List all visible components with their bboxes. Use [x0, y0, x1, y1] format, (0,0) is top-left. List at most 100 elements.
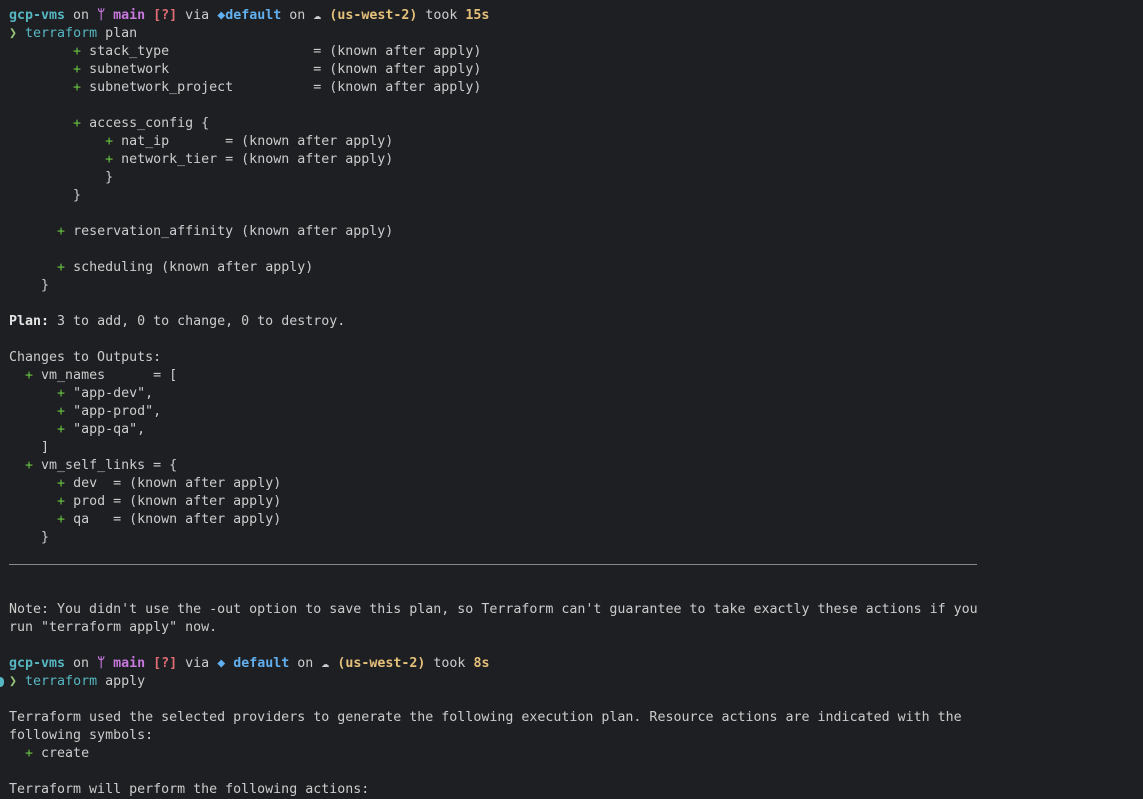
- plus-symbol: +: [57, 260, 66, 275]
- symbol-line: + create: [9, 745, 1143, 763]
- prompt-text: on: [281, 8, 314, 23]
- plus-symbol: +: [73, 116, 82, 131]
- prompt-text: via: [177, 656, 218, 671]
- prompt-line: gcp-vms on ᛘ main [?] via ◆default on ☁ …: [9, 7, 1143, 25]
- output-line: + vm_names = [: [9, 367, 1143, 385]
- plan-line: }: [9, 277, 1143, 295]
- outputs-header: Changes to Outputs:: [9, 350, 162, 365]
- output-line: + qa = (known after apply): [9, 511, 1143, 529]
- active-line-marker: [0, 677, 4, 687]
- prompt-dir: gcp-vms: [9, 8, 66, 23]
- prompt-text: on: [65, 8, 98, 23]
- plus-symbol: +: [57, 476, 66, 491]
- plus-symbol: +: [57, 404, 66, 419]
- command-duration: 15s: [465, 8, 490, 23]
- line-text: vm_names = [: [33, 368, 178, 383]
- prompt-text: [17, 674, 25, 689]
- line-text: access_config {: [81, 116, 210, 131]
- cut-off-line: Terraform will perform the following act…: [9, 782, 370, 797]
- plan-summary-text: 3 to add, 0 to change, 0 to destroy.: [49, 314, 346, 329]
- line-text: stack_type = (known after apply): [81, 44, 482, 59]
- line-text: nat_ip = (known after apply): [113, 134, 394, 149]
- plus-symbol: +: [25, 746, 34, 761]
- git-status: [?]: [153, 656, 178, 671]
- line-text: prod = (known after apply): [65, 494, 282, 509]
- prompt-text: on: [65, 656, 98, 671]
- prompt-text: [105, 656, 113, 671]
- plus-symbol: +: [73, 44, 82, 59]
- prompt-text: on: [289, 656, 322, 671]
- command-line: ❯ terraform apply: [0, 673, 1143, 691]
- line-text: subnetwork_project = (known after apply): [81, 80, 482, 95]
- plus-symbol: +: [105, 152, 114, 167]
- line-text: subnetwork = (known after apply): [81, 62, 482, 77]
- line-text: network_tier = (known after apply): [113, 152, 394, 167]
- outputs-list: + vm_names = [ + "app-dev", + "app-prod"…: [9, 367, 1143, 547]
- terraform-workspace: default: [225, 8, 282, 23]
- plan-line: }: [9, 169, 1143, 187]
- plan-line: + reservation_affinity (known after appl…: [9, 223, 1143, 241]
- output-line: + dev = (known after apply): [9, 475, 1143, 493]
- line-text: }: [9, 188, 82, 203]
- output-line: + "app-qa",: [9, 421, 1143, 439]
- note-line: run "terraform apply" now.: [9, 620, 218, 635]
- terminal: gcp-vms on ᛘ main [?] via ◆default on ☁ …: [0, 7, 1143, 799]
- plus-symbol: +: [57, 386, 66, 401]
- aws-region: (us-west-2): [337, 656, 426, 671]
- command-args: plan: [97, 26, 138, 41]
- apply-text: following symbols:: [9, 728, 154, 743]
- line-text: }: [9, 170, 114, 185]
- output-line: ]: [9, 439, 1143, 457]
- line-text: "app-dev",: [65, 386, 154, 401]
- output-line: + vm_self_links = {: [9, 457, 1143, 475]
- command-args: apply: [97, 674, 146, 689]
- prompt-text: took: [425, 656, 474, 671]
- prompt-dir: gcp-vms: [9, 656, 66, 671]
- prompt-text: took: [417, 8, 466, 23]
- symbol-text: create: [33, 746, 90, 761]
- terraform-workspace-icon: ◆: [217, 656, 226, 671]
- plus-symbol: +: [57, 224, 66, 239]
- plan-line: + access_config {: [9, 115, 1143, 133]
- plan-summary: Plan: 3 to add, 0 to change, 0 to destro…: [9, 313, 1143, 331]
- plus-symbol: +: [73, 80, 82, 95]
- plus-symbol: +: [105, 134, 114, 149]
- plan-line: }: [9, 187, 1143, 205]
- plan-line: + subnetwork_project = (known after appl…: [9, 79, 1143, 97]
- aws-region: (us-west-2): [329, 8, 418, 23]
- plan-output: + stack_type = (known after apply) + sub…: [9, 43, 1143, 295]
- line-text: scheduling (known after apply): [65, 260, 314, 275]
- separator: [9, 547, 1143, 583]
- prompt-text: [17, 26, 25, 41]
- terraform-workspace: default: [233, 656, 290, 671]
- prompt-arrow-icon: ❯: [9, 674, 18, 689]
- command-name: terraform: [25, 26, 98, 41]
- plan-summary-label: Plan:: [9, 314, 50, 329]
- line-text: "app-qa",: [65, 422, 146, 437]
- plus-symbol: +: [57, 494, 66, 509]
- output-line: + "app-dev",: [9, 385, 1143, 403]
- command-duration: 8s: [473, 656, 490, 671]
- line-text: "app-prod",: [65, 404, 162, 419]
- terraform-workspace-icon: ◆: [217, 8, 226, 23]
- plan-line: + nat_ip = (known after apply): [9, 133, 1143, 151]
- plus-symbol: +: [73, 62, 82, 77]
